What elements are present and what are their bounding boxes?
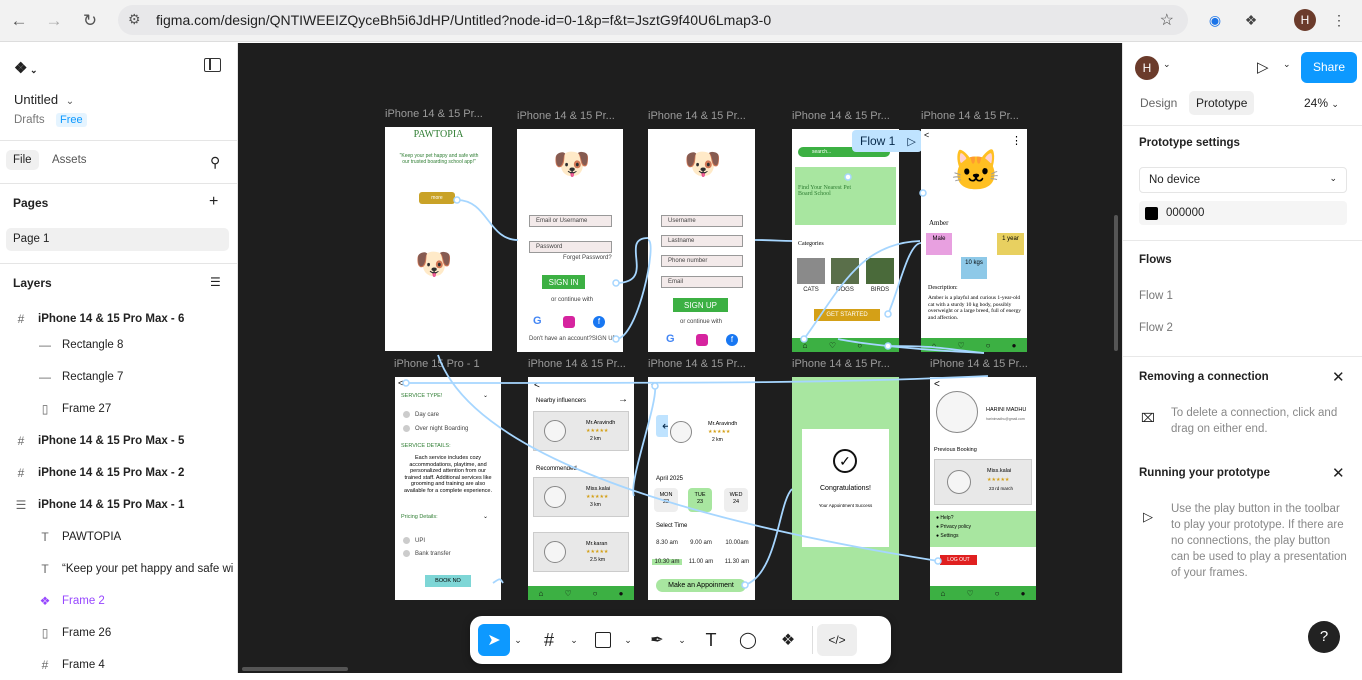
- file-location[interactable]: Drafts: [14, 114, 45, 126]
- layer-item[interactable]: — Rectangle 8: [0, 330, 238, 360]
- layer-item[interactable]: T “Keep your pet happy and safe wi: [0, 554, 238, 584]
- rectangle-icon: —: [39, 370, 51, 384]
- frame-icon: #: [17, 434, 25, 448]
- layer-item[interactable]: # iPhone 14 & 15 Pro Max - 5: [0, 426, 238, 456]
- removing-connection-heading: Removing a connection: [1139, 371, 1269, 383]
- reload-icon[interactable]: ↻: [73, 4, 107, 38]
- flows-heading: Flows: [1139, 254, 1172, 266]
- add-page-icon[interactable]: +: [209, 193, 218, 211]
- layer-item[interactable]: ❖ Frame 2: [0, 586, 238, 616]
- text-icon: T: [41, 530, 49, 544]
- autolayout-vertical-icon: ☰: [15, 498, 27, 512]
- tab-design[interactable]: Design: [1140, 96, 1177, 110]
- layer-item[interactable]: # Frame 4: [0, 650, 238, 680]
- layer-item[interactable]: ▯ Frame 26: [0, 618, 238, 648]
- device-select[interactable]: No device ⌄: [1139, 167, 1347, 193]
- design-canvas[interactable]: iPhone 14 & 15 Pr... iPhone 14 & 15 Pr..…: [238, 43, 1122, 673]
- rectangle-tool-icon[interactable]: [586, 624, 620, 656]
- chevron-down-icon: ⌄: [1329, 173, 1337, 183]
- tab-prototype[interactable]: Prototype: [1189, 91, 1255, 115]
- layer-item[interactable]: — Rectangle 7: [0, 362, 238, 392]
- layer-item[interactable]: T PAWTOPIA: [0, 522, 238, 552]
- component-icon: ❖: [39, 594, 51, 608]
- present-icon[interactable]: ▷: [1257, 58, 1269, 76]
- autolayout-icon: ▯: [41, 402, 49, 416]
- dev-mode-icon[interactable]: </>: [817, 624, 857, 656]
- layer-item[interactable]: ▯ Frame 27: [0, 394, 238, 424]
- autolayout-icon: ▯: [41, 626, 49, 640]
- layer-item[interactable]: ☰ iPhone 14 & 15 Pro Max - 1: [0, 490, 238, 520]
- removing-connection-text: To delete a connection, click and drag o…: [1171, 407, 1338, 435]
- extensions-puzzle-icon[interactable]: ❖: [1240, 9, 1262, 31]
- flow-item[interactable]: Flow 1: [1139, 290, 1173, 302]
- chevron-down-icon[interactable]: ⌄: [1283, 59, 1291, 70]
- share-button[interactable]: Share: [1301, 52, 1357, 83]
- running-prototype-text: Use the play button in the toolbar to pl…: [1171, 503, 1347, 579]
- page-item-1[interactable]: Page 1: [6, 228, 229, 251]
- prototype-connections[interactable]: [238, 43, 1122, 673]
- pen-tool-icon[interactable]: ✒: [640, 624, 674, 656]
- browser-menu-icon[interactable]: ⋮: [1328, 9, 1350, 31]
- zoom-level[interactable]: 24% ⌄: [1304, 96, 1339, 110]
- frame-icon: #: [41, 658, 49, 672]
- chevron-down-icon[interactable]: ⌄: [1163, 59, 1171, 70]
- search-icon[interactable]: ⚲: [210, 154, 220, 171]
- actions-tool-icon[interactable]: ❖: [768, 624, 808, 656]
- frame-tool-icon[interactable]: #: [532, 624, 566, 656]
- extension-icon[interactable]: ◉: [1204, 9, 1226, 31]
- pages-heading: Pages: [13, 196, 49, 210]
- move-tool-icon[interactable]: ➤: [478, 624, 510, 656]
- frame-icon: #: [17, 312, 25, 326]
- running-prototype-heading: Running your prototype: [1139, 467, 1270, 479]
- bookmark-star-icon[interactable]: ☆: [1160, 10, 1174, 30]
- close-icon[interactable]: ✕: [1332, 368, 1345, 386]
- chevron-down-icon[interactable]: ⌄: [620, 624, 636, 656]
- profile-avatar[interactable]: H: [1294, 9, 1316, 31]
- rectangle-icon: —: [39, 338, 51, 352]
- url-text: figma.com/design/QNTIWEEIZQyceBh5i6JdHP/…: [156, 12, 772, 28]
- forward-icon[interactable]: →: [37, 4, 71, 38]
- browser-toolbar: ← → ↻ ⚙ figma.com/design/QNTIWEEIZQyceBh…: [0, 0, 1362, 42]
- right-panel: H ⌄ ▷ ⌄ Share Design Prototype 24% ⌄ Pro…: [1122, 43, 1362, 673]
- chevron-down-icon[interactable]: ⌄: [510, 624, 526, 656]
- text-tool-icon[interactable]: T: [694, 624, 728, 656]
- play-icon: ▷: [1143, 509, 1153, 524]
- site-settings-icon[interactable]: ⚙: [128, 11, 146, 29]
- layer-item[interactable]: # iPhone 14 & 15 Pro Max - 2: [0, 458, 238, 488]
- text-icon: T: [41, 562, 49, 576]
- disconnect-icon: ⌧: [1141, 411, 1155, 425]
- horizontal-scrollbar[interactable]: [242, 667, 348, 671]
- close-icon[interactable]: ✕: [1332, 464, 1345, 482]
- bottom-toolbar: ➤ ⌄ # ⌄ ⌄ ✒ ⌄ T ◯ ❖ </>: [470, 616, 891, 664]
- left-panel: ❖ ⌄ Untitled ⌄ Drafts Free File Assets ⚲…: [0, 43, 238, 673]
- prototype-settings-heading: Prototype settings: [1139, 137, 1240, 149]
- layers-heading: Layers: [13, 276, 52, 290]
- plan-badge[interactable]: Free: [56, 113, 87, 127]
- background-color-field[interactable]: 000000: [1139, 201, 1347, 225]
- address-bar[interactable]: ⚙ figma.com/design/QNTIWEEIZQyceBh5i6JdH…: [118, 5, 1188, 35]
- color-swatch[interactable]: [1145, 206, 1158, 220]
- vertical-scrollbar[interactable]: [1114, 215, 1118, 351]
- sidebar-toggle-icon[interactable]: [204, 58, 221, 72]
- help-button[interactable]: ?: [1308, 621, 1340, 653]
- layer-options-icon[interactable]: ☰: [210, 275, 221, 289]
- tab-file[interactable]: File: [6, 150, 39, 170]
- tab-assets[interactable]: Assets: [52, 154, 87, 166]
- frame-icon: #: [17, 466, 25, 480]
- flow-item[interactable]: Flow 2: [1139, 322, 1173, 334]
- figma-menu-icon[interactable]: ❖ ⌄: [14, 59, 38, 77]
- user-avatar[interactable]: H: [1135, 56, 1159, 80]
- back-icon[interactable]: ←: [2, 4, 36, 38]
- chevron-down-icon[interactable]: ⌄: [674, 624, 690, 656]
- chevron-down-icon[interactable]: ⌄: [566, 624, 582, 656]
- comment-tool-icon[interactable]: ◯: [728, 624, 768, 656]
- file-name[interactable]: Untitled ⌄: [14, 92, 74, 107]
